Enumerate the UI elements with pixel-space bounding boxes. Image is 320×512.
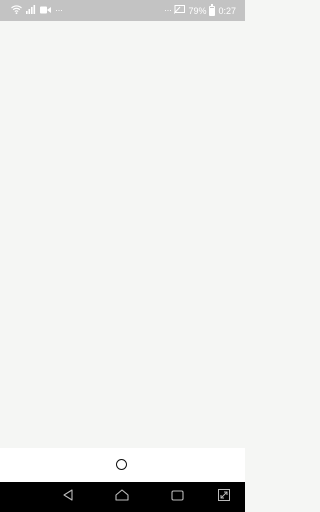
home-button[interactable]: [114, 489, 130, 505]
system-navigation-bar: [0, 482, 245, 512]
back-triangle-icon: [62, 488, 74, 506]
back-button[interactable]: [60, 489, 76, 505]
status-bar-right: ··· 79% 0:27: [163, 3, 236, 17]
cast-icon: [174, 5, 186, 16]
recents-square-icon: [170, 488, 184, 506]
expand-button[interactable]: [216, 489, 232, 505]
status-bar-left: ···: [11, 4, 63, 17]
recents-button[interactable]: [169, 489, 185, 505]
circle-button[interactable]: [116, 459, 127, 470]
wifi-icon: [11, 5, 22, 16]
home-icon: [115, 488, 129, 506]
status-overflow-dots: ···: [163, 5, 172, 15]
bottom-panel: [0, 448, 245, 482]
status-bar: ··· ··· 79% 0:27: [0, 0, 245, 21]
expand-arrows-icon: [218, 488, 230, 506]
notification-overflow-dots: ···: [55, 5, 63, 15]
blank-content-area: [0, 21, 245, 448]
battery-percent: 79%: [188, 5, 207, 16]
battery-icon: [209, 3, 216, 16]
clock-time: 0:27: [218, 5, 236, 16]
video-camera-icon: [40, 6, 51, 16]
signal-icon: [26, 5, 36, 16]
